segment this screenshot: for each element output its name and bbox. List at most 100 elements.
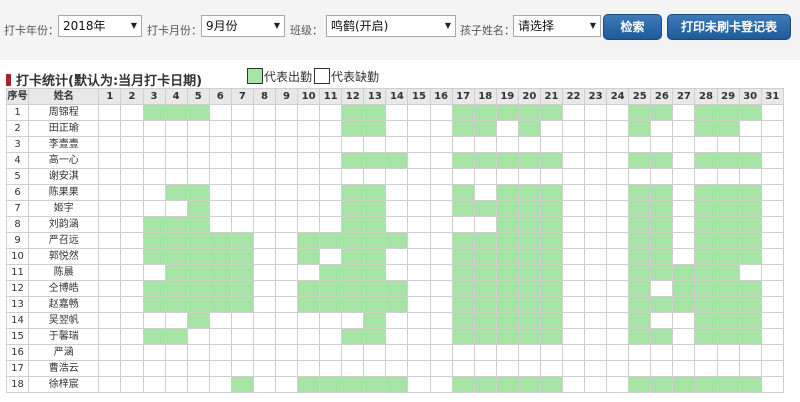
day-cell-present [142, 232, 166, 249]
year-select-value: 2018年 [63, 19, 106, 33]
day-cell-absent [694, 168, 718, 185]
day-cell-present [694, 248, 718, 265]
day-cell-absent [120, 168, 144, 185]
header-day: 6 [208, 88, 232, 105]
search-button[interactable]: 检索 [603, 14, 662, 40]
day-cell-absent [473, 184, 497, 201]
day-cell-absent [606, 168, 630, 185]
day-cell-absent [98, 168, 122, 185]
day-cell-present [230, 280, 254, 297]
day-cell-present [164, 216, 188, 233]
header-day: 1 [98, 88, 122, 105]
day-cell-present [517, 232, 541, 249]
day-cell-absent [473, 216, 497, 233]
day-cell-absent [208, 120, 232, 137]
day-cell-absent [274, 216, 299, 233]
day-cell-present [341, 152, 365, 169]
section-title-text: 打卡统计(默认为:当月打卡日期) [16, 74, 203, 89]
table-row: 15 于馨瑞 [5, 328, 785, 345]
day-cell-absent [98, 104, 122, 121]
day-cell-absent [341, 344, 365, 361]
day-cell-present [363, 296, 387, 313]
day-cell-absent [473, 360, 497, 377]
day-cell-absent [429, 296, 453, 313]
day-cell-present [186, 248, 210, 265]
row-index: 16 [5, 344, 30, 361]
day-cell-present [319, 280, 343, 297]
day-cell-absent [252, 136, 276, 153]
day-cell-absent [208, 184, 232, 201]
day-cell-absent [539, 360, 563, 377]
month-label: 打卡月份： [147, 24, 202, 37]
day-cell-present [716, 200, 740, 217]
day-cell-present [363, 280, 387, 297]
day-cell-absent [407, 232, 431, 249]
day-cell-absent [252, 360, 276, 377]
child-label: 孩子姓名： [460, 24, 515, 37]
day-cell-absent [672, 168, 696, 185]
print-unswiped-button[interactable]: 打印未刷卡登记表 [667, 14, 791, 40]
day-cell-present [230, 248, 254, 265]
header-day: 10 [297, 88, 321, 105]
row-index: 7 [5, 200, 30, 217]
day-cell-present [738, 280, 762, 297]
day-cell-absent [584, 136, 608, 153]
day-cell-absent [164, 200, 188, 217]
day-cell-present [186, 264, 210, 281]
day-cell-present [672, 280, 696, 297]
day-cell-present [164, 328, 188, 345]
day-cell-absent [230, 152, 254, 169]
day-cell-absent [672, 216, 696, 233]
day-cell-absent [230, 104, 254, 121]
day-cell-absent [208, 328, 232, 345]
day-cell-absent [252, 200, 276, 217]
month-select[interactable]: 9月份 ▼ [201, 15, 285, 37]
day-cell-present [694, 216, 718, 233]
day-cell-present [319, 232, 343, 249]
day-cell-absent [274, 152, 299, 169]
day-cell-absent [274, 168, 299, 185]
dropdown-arrow-icon: ▼ [130, 21, 137, 30]
day-cell-absent [407, 200, 431, 217]
day-cell-absent [760, 328, 785, 345]
day-cell-absent [716, 344, 740, 361]
day-cell-absent [738, 264, 762, 281]
day-cell-absent [760, 376, 785, 393]
day-cell-present [297, 296, 321, 313]
class-select[interactable]: 鸣鹤(开启) ▼ [326, 15, 456, 37]
day-cell-absent [319, 344, 343, 361]
day-cell-present [363, 104, 387, 121]
day-cell-absent [120, 376, 144, 393]
day-cell-absent [297, 136, 321, 153]
filter-bar: 打卡年份： 2018年 ▼ 打卡月份： 9月份 ▼ 班级： 鸣鹤(开启) ▼ 孩… [0, 0, 800, 60]
day-cell-absent [208, 376, 232, 393]
day-cell-present [142, 296, 166, 313]
day-cell-present [650, 376, 674, 393]
day-cell-present [650, 264, 674, 281]
year-select[interactable]: 2018年 ▼ [58, 15, 142, 37]
day-cell-present [694, 312, 718, 329]
day-cell-absent [142, 120, 166, 137]
day-cell-present [539, 104, 563, 121]
day-cell-absent [252, 152, 276, 169]
class-label: 班级： [290, 24, 323, 37]
day-cell-absent [164, 136, 188, 153]
day-cell-present [451, 184, 475, 201]
day-cell-present [716, 152, 740, 169]
day-cell-absent [98, 280, 122, 297]
day-cell-absent [120, 280, 144, 297]
header-day: 28 [694, 88, 718, 105]
day-cell-absent [429, 168, 453, 185]
day-cell-absent [584, 344, 608, 361]
day-cell-absent [142, 344, 166, 361]
header-day: 7 [230, 88, 254, 105]
day-cell-present [142, 280, 166, 297]
day-cell-absent [98, 376, 122, 393]
day-cell-absent [363, 136, 387, 153]
child-select[interactable]: 请选择 ▼ [513, 15, 601, 37]
day-cell-absent [760, 296, 785, 313]
attendance-table: 序号 姓名 1 2 3 4 5 6 7 8 9 10 11 12 13 14 15 16 17 18 19 20 21 22 2… [5, 88, 785, 393]
day-cell-absent [429, 104, 453, 121]
day-cell-present [208, 280, 232, 297]
day-cell-present [341, 328, 365, 345]
